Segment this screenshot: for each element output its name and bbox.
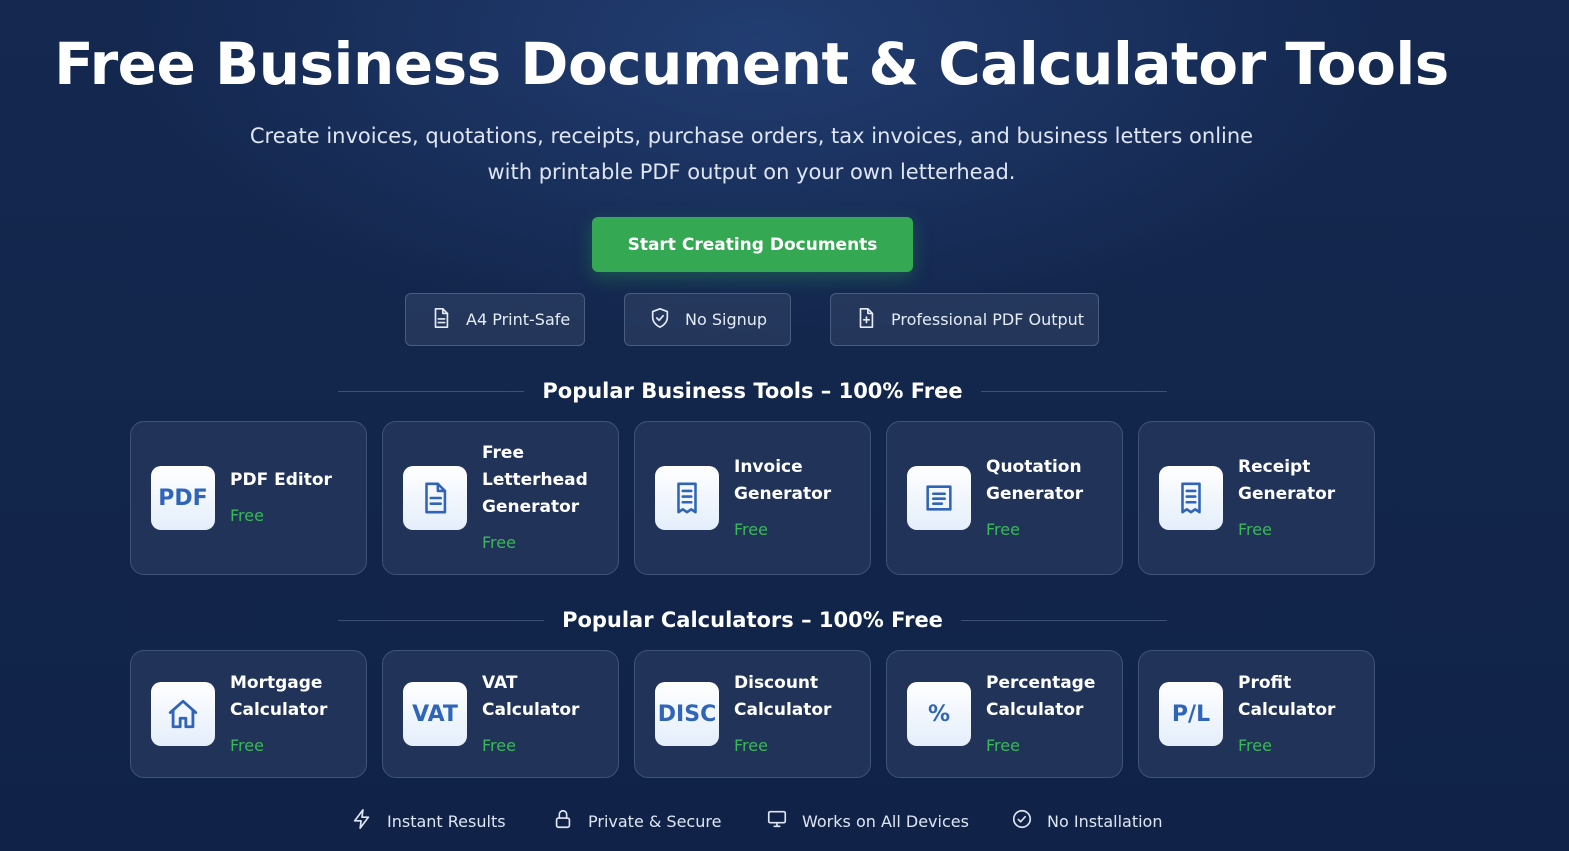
feature-label: Private & Secure <box>588 811 722 831</box>
divider <box>980 390 1167 392</box>
free-label: Free <box>482 736 516 755</box>
section-title: Popular Business Tools – 100% Free <box>542 379 963 403</box>
free-label: Free <box>986 520 1020 539</box>
badge-label: No Signup <box>685 310 768 329</box>
tool-name-line: Invoice <box>734 457 803 477</box>
free-label: Free <box>986 736 1020 755</box>
calc-card-vat[interactable]: VAT VAT Calculator Free <box>382 650 619 778</box>
feature-no-installation: No Installation <box>1011 807 1162 835</box>
free-label: Free <box>734 520 768 539</box>
tool-name: Receipt Generator <box>1238 454 1368 508</box>
lightning-icon <box>351 808 373 834</box>
percent-icon: % <box>907 682 971 746</box>
tool-card-receipt-generator[interactable]: Receipt Generator Free <box>1138 421 1375 575</box>
business-tools-heading: Popular Business Tools – 100% Free <box>338 379 1167 403</box>
tool-name-line: Receipt <box>1238 457 1311 477</box>
feature-private-secure: Private & Secure <box>552 807 721 835</box>
tool-name: VAT Calculator <box>482 670 612 724</box>
divider <box>960 619 1167 621</box>
check-circle-icon <box>1011 808 1033 834</box>
feature-all-devices: Works on All Devices <box>766 807 969 835</box>
page-title: Free Business Document & Calculator Tool… <box>54 30 1449 98</box>
tool-name: Discount Calculator <box>734 670 864 724</box>
tool-name-line: Generator <box>986 484 1084 504</box>
tool-name-line: Quotation <box>986 457 1082 477</box>
calc-card-percentage[interactable]: % Percentage Calculator Free <box>886 650 1123 778</box>
tool-card-letterhead-generator[interactable]: Free Letterhead Generator Free <box>382 421 619 575</box>
pdf-icon: PDF <box>151 466 215 530</box>
badge-no-signup: No Signup <box>624 293 791 346</box>
lock-icon <box>552 808 574 834</box>
tool-card-pdf-editor[interactable]: PDF PDF Editor Free <box>130 421 367 575</box>
tool-card-quotation-generator[interactable]: Quotation Generator Free <box>886 421 1123 575</box>
feature-label: Instant Results <box>387 811 506 831</box>
shield-check-icon <box>649 307 671 333</box>
tool-name-line: Calculator <box>734 700 832 720</box>
document-lines-icon <box>403 466 467 530</box>
badge-label: A4 Print-Safe <box>466 310 571 329</box>
tool-name: Quotation Generator <box>986 454 1116 508</box>
start-creating-button[interactable]: Start Creating Documents <box>592 217 913 272</box>
tool-name-line: Letterhead <box>482 470 588 490</box>
tool-name-line: Generator <box>734 484 832 504</box>
document-plus-icon <box>855 307 877 333</box>
tool-name-line: Calculator <box>230 700 328 720</box>
badge-professional-pdf: Professional PDF Output <box>830 293 1099 346</box>
tool-name-line: Discount <box>734 673 819 693</box>
tool-name-line: Calculator <box>482 700 580 720</box>
receipt-icon <box>655 466 719 530</box>
free-label: Free <box>1238 520 1272 539</box>
feature-label: Works on All Devices <box>802 811 969 831</box>
tool-name-line: Mortgage <box>230 673 323 693</box>
calculators-heading: Popular Calculators – 100% Free <box>338 608 1167 632</box>
hero-subtitle: Create invoices, quotations, receipts, p… <box>0 118 1503 190</box>
house-icon <box>151 682 215 746</box>
tool-name-line: VAT <box>482 673 518 693</box>
tool-name: PDF Editor <box>230 470 332 490</box>
free-label: Free <box>230 736 264 755</box>
free-label: Free <box>1238 736 1272 755</box>
tool-name: Invoice Generator <box>734 454 864 508</box>
profit-loss-icon: P/L <box>1159 682 1223 746</box>
hero-subtitle-line-2: with printable PDF output on your own le… <box>487 160 1016 184</box>
divider <box>338 619 545 621</box>
list-doc-icon <box>907 466 971 530</box>
badge-label: Professional PDF Output <box>891 310 1085 329</box>
tool-name: Percentage Calculator <box>986 670 1116 724</box>
tool-name-line: Calculator <box>986 700 1084 720</box>
calc-card-discount[interactable]: DISC Discount Calculator Free <box>634 650 871 778</box>
document-icon <box>430 307 452 333</box>
calc-card-profit[interactable]: P/L Profit Calculator Free <box>1138 650 1375 778</box>
free-label: Free <box>482 533 516 552</box>
tool-name: Mortgage Calculator <box>230 670 360 724</box>
tool-name: Free Letterhead Generator <box>482 440 612 521</box>
feature-label: No Installation <box>1047 811 1163 831</box>
discount-icon: DISC <box>655 682 719 746</box>
tool-name-line: Calculator <box>1238 700 1336 720</box>
tool-name-line: Free <box>482 443 524 463</box>
tool-name-line: Percentage <box>986 673 1096 693</box>
receipt-icon <box>1159 466 1223 530</box>
monitor-icon <box>766 808 788 834</box>
tool-name: Profit Calculator <box>1238 670 1368 724</box>
calc-card-mortgage[interactable]: Mortgage Calculator Free <box>130 650 367 778</box>
divider <box>338 390 525 392</box>
section-title: Popular Calculators – 100% Free <box>562 608 943 632</box>
tool-name-line: Generator <box>1238 484 1336 504</box>
feature-instant-results: Instant Results <box>351 807 506 835</box>
tool-name-line: Profit <box>1238 673 1292 693</box>
badge-a4-print-safe: A4 Print-Safe <box>405 293 585 346</box>
tool-name-line: Generator <box>482 497 580 517</box>
free-label: Free <box>230 506 264 525</box>
free-label: Free <box>734 736 768 755</box>
tool-card-invoice-generator[interactable]: Invoice Generator Free <box>634 421 871 575</box>
hero-subtitle-line-1: Create invoices, quotations, receipts, p… <box>249 124 1254 148</box>
vat-icon: VAT <box>403 682 467 746</box>
